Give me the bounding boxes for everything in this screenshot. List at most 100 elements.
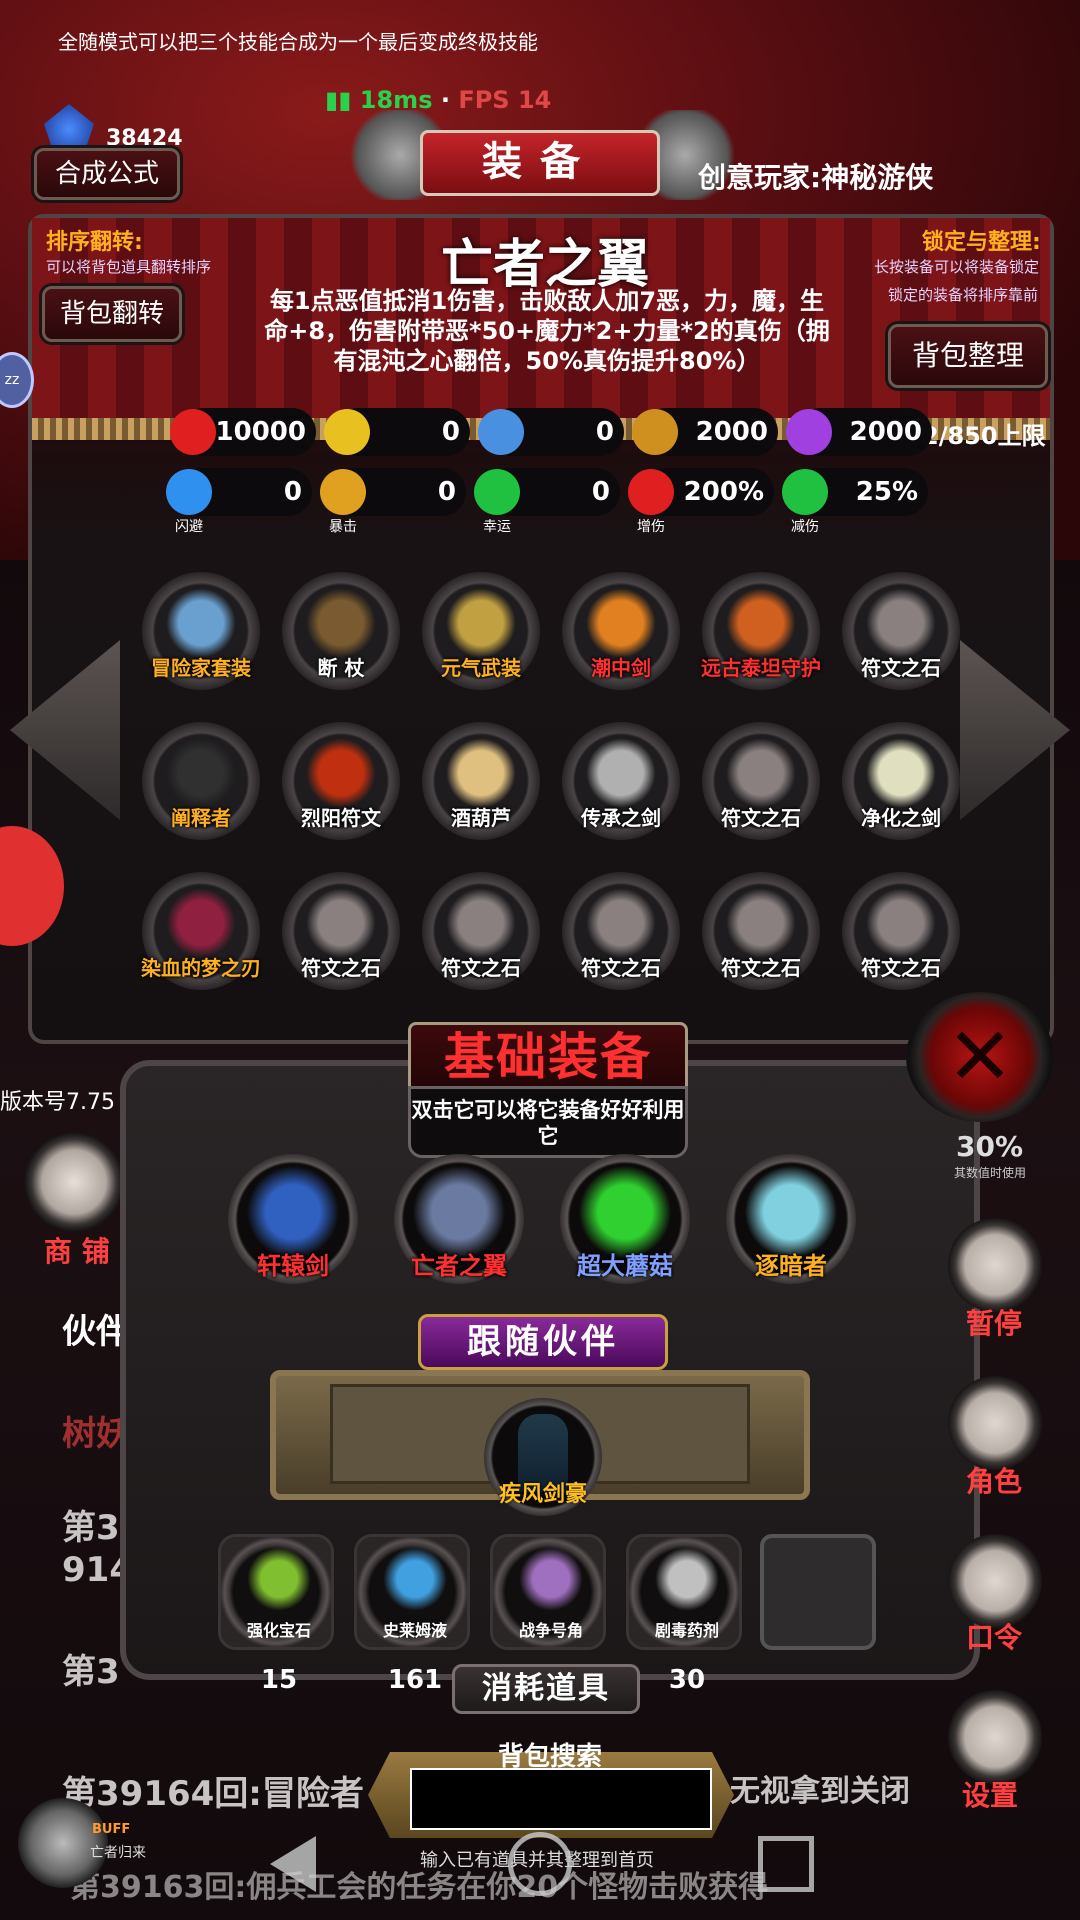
item-art-icon (446, 738, 516, 808)
consumable-label: 史莱姆液 (382, 1621, 447, 1640)
nav-recents-icon[interactable] (758, 1836, 814, 1892)
base-equipment-label: 超大蘑菇 (577, 1252, 673, 1280)
consumable-slot[interactable]: 战争号角33 (490, 1534, 606, 1695)
consumable-slot-empty[interactable] (760, 1534, 876, 1650)
selected-item-desc: 每1点恶值抵消1伤害，击败敌人加7恶，力，魔，生命+8，伤害附带恶*50+魔力*… (264, 287, 830, 375)
inventory-slot[interactable]: 酒葫芦 (422, 722, 540, 840)
inventory-slot[interactable]: 符文之石 (702, 872, 820, 990)
item-art-icon (866, 588, 936, 658)
inventory-slot[interactable]: 阐释者 (142, 722, 260, 840)
shop-label[interactable]: 商 铺 (44, 1230, 110, 1270)
close-icon: ✕ (946, 1010, 1014, 1103)
consumable-label: 剧毒药剂 (654, 1621, 719, 1640)
item-art-icon (166, 738, 236, 808)
base-equipment-slot[interactable]: 超大蘑菇 (560, 1154, 690, 1284)
stat-label: 暴击 (329, 519, 357, 535)
consumable-art-icon (519, 1547, 583, 1611)
consumable-art-icon (247, 1547, 311, 1611)
equipment-title: 装备 (420, 130, 660, 196)
inventory-slot[interactable]: 符文之石 (842, 872, 960, 990)
nav-back-icon[interactable] (270, 1836, 316, 1892)
bag-flip-button[interactable]: 背包翻转 (42, 286, 182, 342)
consumable-slot[interactable]: 史莱姆液 161 (354, 1534, 470, 1695)
clover-icon (474, 469, 520, 515)
gear-icon[interactable] (948, 1690, 1042, 1784)
code-label[interactable]: 口令 (966, 1616, 1022, 1656)
stat-label: 减伤 (791, 519, 819, 535)
inventory-slot[interactable]: 远古泰坦守护 (701, 572, 821, 690)
partner-title: 跟随伙伴 (418, 1314, 668, 1370)
craft-formula-button[interactable]: 合成公式 (34, 148, 180, 200)
stat-label: 增伤 (637, 519, 665, 535)
close-button[interactable]: ✕ (906, 992, 1054, 1122)
crit-icon (320, 469, 366, 515)
inventory-slot[interactable]: 符文之石 (562, 872, 680, 990)
hooded-role-icon[interactable] (948, 1376, 1042, 1470)
inventory-item-label: 符文之石 (861, 956, 941, 980)
dice-icon[interactable] (948, 1218, 1042, 1312)
consumable-slot[interactable]: 剧毒药剂 30 (626, 1534, 742, 1695)
shop-icon[interactable] (24, 1132, 124, 1232)
inventory-slot[interactable]: 潮中剑 (562, 572, 680, 690)
side-percent-sub: 其数值时使用 (954, 1166, 1027, 1180)
bag-sort-button[interactable]: 背包整理 (888, 324, 1048, 388)
item-art-icon (446, 588, 516, 658)
inventory-slot[interactable]: 染血的梦之刃 (141, 872, 261, 990)
item-art-icon (306, 588, 376, 658)
sort-title: 排序翻转: (46, 230, 143, 255)
item-art-icon (586, 738, 656, 808)
role-label[interactable]: 角色 (966, 1460, 1022, 1500)
item-art-icon (726, 738, 796, 808)
inventory-slot[interactable]: 符文之石 (422, 872, 540, 990)
mace-icon (632, 409, 678, 455)
partner-name: 疾风剑豪 (498, 1482, 587, 1507)
inventory-slot[interactable]: 烈阳符文 (282, 722, 400, 840)
base-equipment-slot[interactable]: 亡者之翼 (394, 1154, 524, 1284)
stat-label: 闪避 (175, 519, 203, 535)
consumable-count: 30 (668, 1665, 706, 1695)
item-art-icon (306, 888, 376, 958)
fps-text: FPS 14 (458, 86, 552, 114)
inventory-slot[interactable]: 符文之石 (702, 722, 820, 840)
inventory-slot[interactable]: 净化之剑 (842, 722, 960, 840)
inventory-item-label: 符文之石 (861, 656, 941, 680)
side-percent: 30% (956, 1130, 1024, 1163)
consumable-art-icon (655, 1547, 719, 1611)
log-line: 无视拿到关闭 (730, 1774, 910, 1809)
inventory-item-label: 净化之剑 (861, 806, 941, 830)
sort-desc: 可以将背包道具翻转排序 (46, 258, 212, 276)
base-equipment-title: 基础装备 (408, 1022, 688, 1094)
inventory-slot[interactable]: 断 杖 (282, 572, 400, 690)
base-equipment-label: 亡者之翼 (411, 1252, 507, 1280)
inventory-slot[interactable]: 符文之石 (282, 872, 400, 990)
consumable-label: 战争号角 (518, 1621, 583, 1640)
item-art-icon (726, 588, 796, 658)
buff-sub-label: 亡者归来 (90, 1845, 146, 1861)
lightning-icon (786, 409, 832, 455)
consumable-count: 15 (260, 1665, 298, 1695)
base-equipment-hint: 双击它可以将它装备好好利用它 (408, 1086, 688, 1158)
inventory-slot[interactable]: 符文之石 (842, 572, 960, 690)
inventory-slot[interactable]: 传承之剑 (562, 722, 680, 840)
base-equipment-label: 轩辕剑 (257, 1252, 329, 1280)
inventory-slot[interactable]: 冒险家套装 (142, 572, 260, 690)
lock-title: 锁定与整理: (922, 230, 1041, 255)
swords-icon (628, 469, 674, 515)
stat-label: 幸运 (483, 519, 511, 535)
consumable-art-icon (383, 1547, 447, 1611)
inventory-slot[interactable]: 元气武装 (422, 572, 540, 690)
consumable-slot[interactable]: 强化宝石 15 (218, 1534, 334, 1695)
pause-label[interactable]: 暂停 (966, 1302, 1022, 1342)
item-art-icon (586, 888, 656, 958)
settings-label[interactable]: 设置 (962, 1774, 1018, 1814)
tip-text: 全随模式可以把三个技能合成为一个最后变成终极技能 (58, 30, 538, 54)
strength-icon (324, 409, 370, 455)
item-art-icon (446, 888, 516, 958)
search-input[interactable] (410, 1768, 712, 1830)
nav-home-icon[interactable] (508, 1832, 572, 1896)
lock-desc-1: 长按装备可以将装备锁定 (874, 258, 1040, 276)
base-equipment-slot[interactable]: 逐暗者 (726, 1154, 856, 1284)
item-art-icon (166, 888, 236, 958)
scroll-code-icon[interactable] (948, 1534, 1042, 1628)
base-equipment-slot[interactable]: 轩辕剑 (228, 1154, 358, 1284)
